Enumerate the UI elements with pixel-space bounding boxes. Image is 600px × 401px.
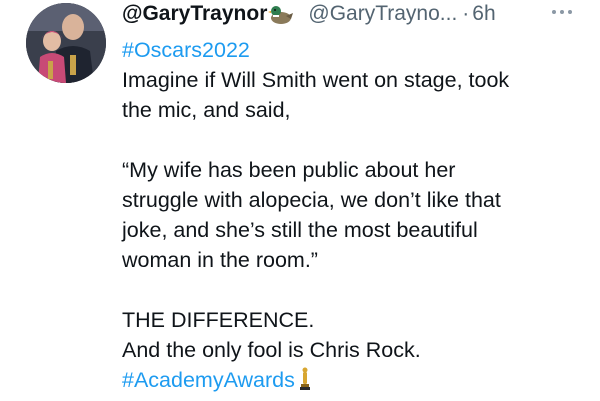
tweet-line-text: And the only fool is Chris Rock. [122,338,421,362]
display-name[interactable]: @GaryTraynor [122,2,267,26]
tweet-line: struggle with alopecia, we don’t like th… [122,185,582,215]
tweet-line: And the only fool is Chris Rock. [122,335,582,365]
user-handle[interactable]: @GaryTrayno... [308,2,457,26]
separator-dot: · [462,2,470,25]
hashtag-link[interactable]: #Oscars2022 [122,38,250,62]
duck-emoji-icon [268,6,294,24]
tweet: @GaryTraynor @GaryTrayno... · 6h #Oscars… [0,0,600,401]
avatar[interactable] [26,3,106,83]
tweet-line-text: woman in the room.” [122,248,318,272]
tweet-line: THE DIFFERENCE. [122,305,582,335]
tweet-line-text: Imagine if Will Smith went on stage, too… [122,68,510,92]
tweet-line-text: the mic, and said, [122,98,291,122]
oscar-trophy-icon [299,367,310,390]
tweet-line-text: THE DIFFERENCE. [122,308,315,332]
tweet-line: #Oscars2022 [122,35,582,65]
tweet-line: joke, and she’s still the most beautiful [122,215,582,245]
tweet-text: #Oscars2022 Imagine if Will Smith went on… [122,35,582,395]
tweet-header: @GaryTraynor @GaryTrayno... · 6h [122,0,496,28]
hashtag-link[interactable]: #AcademyAwards [122,368,295,392]
tweet-line: #AcademyAwards [122,365,582,395]
timestamp[interactable]: 6h [472,2,495,26]
tweet-line-text: struggle with alopecia, we don’t like th… [122,188,501,212]
tweet-line: “My wife has been public about her [122,155,582,185]
tweet-line: Imagine if Will Smith went on stage, too… [122,65,582,95]
more-horizontal-icon[interactable] [548,2,576,22]
avatar-image [26,3,106,83]
tweet-line: woman in the room.” [122,245,582,275]
tweet-line: the mic, and said, [122,95,582,125]
tweet-line-text: “My wife has been public about her [122,158,456,182]
tweet-line-text: joke, and she’s still the most beautiful [122,218,478,242]
